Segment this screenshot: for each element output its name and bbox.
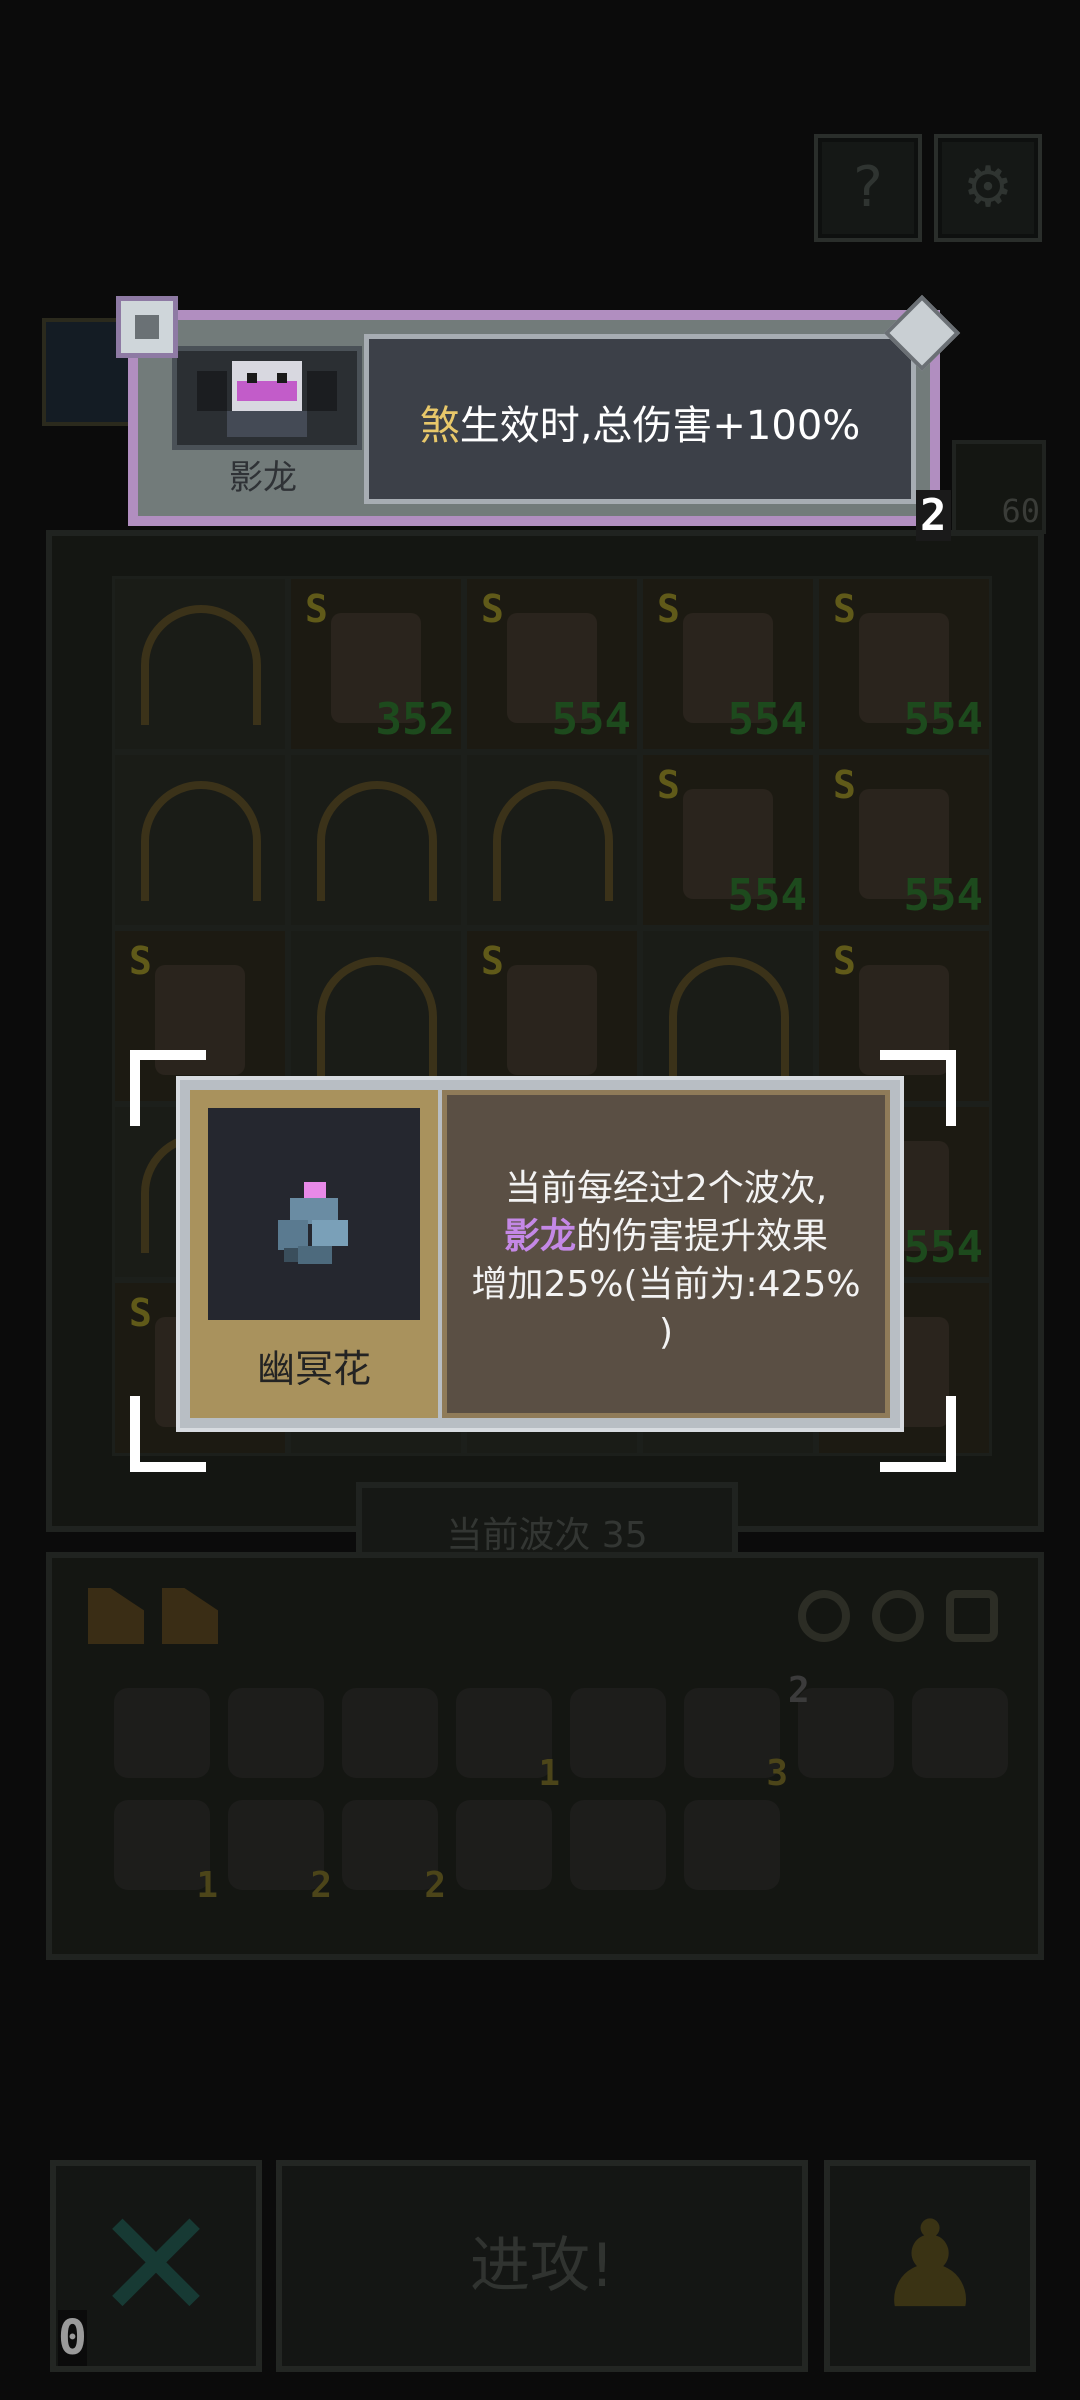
item-2[interactable]: [228, 1688, 324, 1778]
level-label: 554: [551, 694, 631, 745]
hero-tooltip-body: 影龙 煞生效时,总伤害+100%: [138, 320, 930, 516]
attack-label: 进攻!: [469, 2231, 615, 2301]
item-1[interactable]: [114, 1688, 210, 1778]
empty-slot-icon: [141, 605, 261, 725]
filter-ring-icon[interactable]: [798, 1590, 850, 1642]
empty-slot-icon: [317, 781, 437, 901]
item-7-count: 2: [788, 1670, 810, 1711]
board-cell[interactable]: S 554: [464, 576, 640, 752]
item-icon-box: [208, 1108, 420, 1320]
empty-slot-icon: [669, 957, 789, 1077]
item-desc-line2: 影龙的伤害提升效果: [457, 1213, 875, 1261]
board-cell[interactable]: S 554: [816, 752, 992, 928]
corner-frame-icon: [116, 296, 178, 358]
level-label: 554: [727, 694, 807, 745]
rank-label: S: [657, 587, 680, 631]
item-13[interactable]: [570, 1800, 666, 1890]
item-8[interactable]: [912, 1688, 1008, 1778]
item-desc-line3: 增加25%(当前为:425%: [471, 1264, 861, 1305]
empty-slot-icon: [317, 957, 437, 1077]
item-4[interactable]: 1: [456, 1688, 560, 1794]
item-tooltip: 幽冥花 当前每经过2个波次, 影龙的伤害提升效果 增加25%(当前为:425% …: [176, 1076, 904, 1432]
item-7[interactable]: 2: [788, 1670, 894, 1778]
pawn-icon: ♟: [876, 2196, 984, 2335]
item-11-count: 2: [424, 1865, 446, 1906]
rank-label: S: [481, 939, 504, 983]
level-label: 554: [903, 1222, 983, 1273]
level-label: 554: [903, 694, 983, 745]
rank-label: S: [657, 763, 680, 807]
item-desc-line4: ): [658, 1312, 674, 1353]
help-button[interactable]: ?: [814, 134, 922, 242]
hero-figure-icon: [507, 965, 597, 1075]
rank-label: S: [129, 939, 152, 983]
level-label: 352: [375, 694, 455, 745]
hero-desc-text: 生效时,总伤害+100%: [459, 403, 861, 449]
gear-icon: ⚙: [962, 155, 1014, 220]
item-9-count: 1: [196, 1865, 218, 1906]
board-cell[interactable]: S 554: [640, 576, 816, 752]
empty-slot-icon: [493, 781, 613, 901]
item-4-count: 1: [538, 1753, 560, 1794]
item-10[interactable]: 2: [228, 1800, 332, 1906]
inventory-tab-1[interactable]: [88, 1588, 144, 1644]
rank-label: S: [833, 763, 856, 807]
hero-desc-box: 煞生效时,总伤害+100%: [364, 334, 916, 504]
board-cell[interactable]: [112, 752, 288, 928]
wave-label: 当前波次 35: [446, 1515, 648, 1556]
item-desc-line1: 当前每经过2个波次,: [504, 1168, 828, 1209]
board-cell[interactable]: S 352: [288, 576, 464, 752]
filter-armor-icon[interactable]: [946, 1590, 998, 1642]
attack-button[interactable]: 进攻!: [276, 2160, 808, 2372]
cancel-counter: 0: [58, 2310, 87, 2366]
question-icon: ?: [853, 155, 883, 220]
cancel-button[interactable]: ✕ 0: [50, 2160, 262, 2372]
board-cell[interactable]: S 554: [640, 752, 816, 928]
item-desc-line2-text: 的伤害提升效果: [576, 1216, 829, 1257]
energy-count: 60: [1001, 492, 1040, 530]
item-3[interactable]: [342, 1688, 438, 1778]
board-cell[interactable]: S 554: [816, 576, 992, 752]
item-10-count: 2: [310, 1865, 332, 1906]
rank-label: S: [833, 939, 856, 983]
item-name: 幽冥花: [256, 1347, 371, 1391]
empty-slot-icon: [141, 781, 261, 901]
hero-desc: 煞生效时,总伤害+100%: [369, 393, 911, 451]
recruit-button[interactable]: ♟: [824, 2160, 1036, 2372]
rank-label: S: [481, 587, 504, 631]
item-14[interactable]: [684, 1800, 780, 1890]
board-cell[interactable]: [112, 576, 288, 752]
inventory-panel: 1 3 2 1 2 2: [46, 1552, 1044, 1960]
hero-name: 影龙: [229, 458, 297, 498]
hero-desc-highlight: 煞: [419, 403, 460, 449]
item-12[interactable]: [456, 1800, 552, 1890]
item-11[interactable]: 2: [342, 1800, 446, 1906]
item-desc-box: 当前每经过2个波次, 影龙的伤害提升效果 增加25%(当前为:425% ): [442, 1090, 890, 1418]
shadow-dragon-icon: [197, 361, 337, 437]
item-desc-highlight: 影龙: [503, 1216, 576, 1257]
hero-portrait: [172, 346, 362, 450]
item-6-count: 3: [766, 1753, 788, 1794]
energy-counter: 60: [952, 440, 1046, 534]
inventory-tab-2[interactable]: [162, 1588, 218, 1644]
level-label: 554: [903, 870, 983, 921]
item-5[interactable]: [570, 1688, 666, 1778]
hero-stack-badge: 2: [916, 490, 951, 541]
nether-flower-icon: [278, 1182, 348, 1264]
level-label: 554: [727, 870, 807, 921]
board-cell[interactable]: [464, 752, 640, 928]
hero-tooltip: 影龙 煞生效时,总伤害+100%: [128, 310, 940, 526]
settings-button[interactable]: ⚙: [934, 134, 1042, 242]
item-9[interactable]: 1: [114, 1800, 218, 1906]
item-6[interactable]: 3: [684, 1688, 788, 1794]
item-desc: 当前每经过2个波次, 影龙的伤害提升效果 增加25%(当前为:425% ): [457, 1165, 875, 1357]
rank-label: S: [129, 1291, 152, 1335]
board-cell[interactable]: [288, 752, 464, 928]
rank-label: S: [305, 587, 328, 631]
rank-label: S: [833, 587, 856, 631]
filter-coin-icon[interactable]: [872, 1590, 924, 1642]
item-tooltip-left: 幽冥花: [190, 1090, 438, 1418]
